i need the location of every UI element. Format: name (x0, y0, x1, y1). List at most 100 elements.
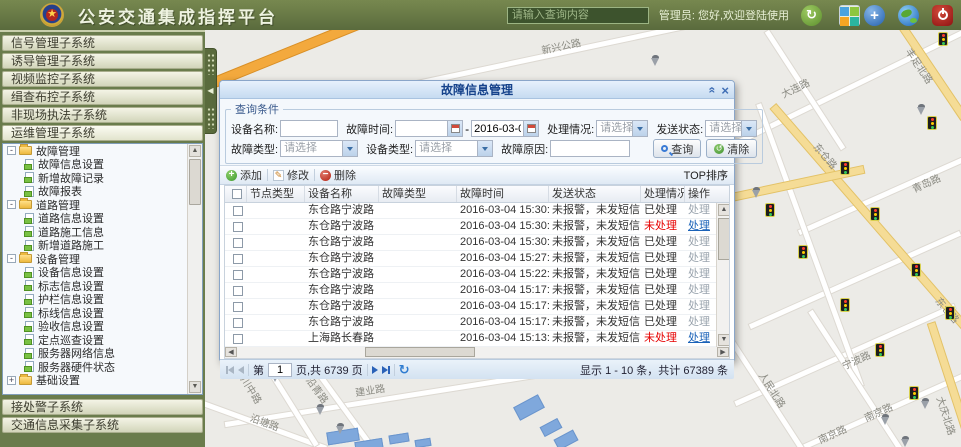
camera-icon[interactable] (751, 187, 762, 198)
table-row[interactable]: 东仓路宁波路2016-03-04 15:22:50未报警，未发短信已处理处理 (225, 267, 716, 283)
column-header[interactable]: 节点类型 (247, 186, 305, 202)
table-row[interactable]: 东仓路宁波路2016-03-04 15:17:01未报警，未发短信已处理处理 (225, 283, 716, 299)
column-header[interactable]: 故障时间 (457, 186, 549, 202)
sidebar-item-ops-maintenance[interactable]: 运维管理子系统 (2, 125, 203, 141)
scroll-down-icon[interactable]: ▼ (718, 334, 729, 346)
row-checkbox[interactable] (233, 334, 243, 344)
handle-status-select[interactable]: 请选择 (596, 120, 648, 137)
top-sort-link[interactable]: TOP排序 (684, 167, 728, 183)
fault-time-to-input[interactable] (472, 121, 523, 136)
row-checkbox[interactable] (233, 302, 243, 312)
fault-type-select[interactable]: 请选择 (280, 140, 358, 157)
add-button[interactable]: +添加 (226, 167, 262, 183)
camera-icon[interactable] (315, 404, 326, 415)
tree-collapse-icon[interactable]: - (7, 254, 16, 263)
device-name-input[interactable] (280, 120, 338, 137)
sidebar-item-video[interactable]: 视频监控子系统 (2, 71, 203, 87)
grid-vertical-scrollbar[interactable]: ▲ ▼ (716, 203, 729, 347)
eco-mode-icon[interactable]: ↻ (801, 5, 822, 26)
tree-item[interactable]: 服务器硬件状态 (3, 360, 202, 374)
edit-button[interactable]: ✎修改 (273, 167, 309, 183)
scroll-left-icon[interactable]: ◀ (225, 347, 237, 357)
traffic-light-icon[interactable] (798, 245, 808, 259)
row-checkbox[interactable] (233, 270, 243, 280)
calendar-icon[interactable] (447, 121, 462, 136)
prev-page-button[interactable] (238, 366, 244, 374)
clear-button[interactable]: ↺清除 (706, 139, 757, 158)
table-row[interactable]: 东仓路宁波路2016-03-04 15:17:01未报警，未发短信已处理处理 (225, 299, 716, 315)
row-checkbox[interactable] (233, 286, 243, 296)
dropdown-icon[interactable] (632, 121, 647, 136)
camera-icon[interactable] (880, 414, 891, 425)
fault-time-from-field[interactable] (395, 120, 463, 137)
next-page-button[interactable] (372, 366, 378, 374)
calendar-icon[interactable] (523, 121, 538, 136)
device-type-select[interactable]: 请选择 (415, 140, 493, 157)
refresh-icon[interactable]: ↻ (399, 363, 410, 376)
handle-link[interactable]: 处理 (688, 332, 710, 344)
scroll-right-icon[interactable]: ▶ (717, 347, 729, 357)
traffic-light-icon[interactable] (927, 116, 937, 130)
sidebar-item-guidance[interactable]: 诱导管理子系统 (2, 53, 203, 69)
table-row[interactable]: 东仓路宁波路2016-03-04 15:30:00未报警，未发短信已处理处理 (225, 203, 716, 219)
traffic-light-icon[interactable] (870, 207, 880, 221)
table-row[interactable]: 上海路长春路2016-03-04 15:13:45未报警，未发短信未处理处理 (225, 331, 716, 347)
first-page-button[interactable] (226, 366, 234, 374)
column-header[interactable]: 处理情况 (641, 186, 685, 202)
row-checkbox[interactable] (233, 206, 243, 216)
camera-icon[interactable] (900, 436, 911, 447)
grid-horizontal-scrollbar[interactable]: ◀ ▶ (224, 347, 730, 359)
column-header[interactable]: 故障类型 (379, 186, 457, 202)
fault-time-from-input[interactable] (396, 121, 447, 136)
sidebar-item-signal[interactable]: 信号管理子系统 (2, 35, 203, 51)
traffic-light-icon[interactable] (875, 343, 885, 357)
last-page-button[interactable] (382, 366, 390, 374)
row-checkbox[interactable] (233, 318, 243, 328)
traffic-light-icon[interactable] (911, 263, 921, 277)
camera-icon[interactable] (650, 55, 661, 66)
column-header[interactable]: 设备名称 (305, 186, 379, 202)
select-all-checkbox[interactable] (225, 186, 247, 202)
scroll-thumb[interactable] (189, 159, 201, 205)
panel-collapse-handle[interactable]: ◀ (205, 48, 217, 134)
header-search-input[interactable] (507, 7, 649, 24)
sidebar-item-investigation[interactable]: 缉查布控子系统 (2, 89, 203, 105)
scroll-up-icon[interactable]: ▲ (718, 204, 729, 216)
camera-icon[interactable] (916, 104, 927, 115)
scroll-thumb[interactable] (365, 347, 475, 357)
camera-icon[interactable] (335, 423, 346, 434)
table-row[interactable]: 东仓路宁波路2016-03-04 15:27:00未报警，未发短信已处理处理 (225, 251, 716, 267)
tree-collapse-icon[interactable]: - (7, 200, 16, 209)
traffic-light-icon[interactable] (945, 306, 955, 320)
globe-icon[interactable] (898, 5, 919, 26)
scroll-down-icon[interactable]: ▼ (189, 381, 201, 393)
sidebar-item-alarm-dispatch[interactable]: 接处警子系统 (2, 399, 203, 415)
traffic-light-icon[interactable] (840, 161, 850, 175)
delete-button[interactable]: −删除 (320, 167, 356, 183)
apps-grid-icon[interactable] (839, 5, 860, 26)
row-checkbox[interactable] (233, 222, 243, 232)
traffic-light-icon[interactable] (765, 203, 775, 217)
fault-reason-input[interactable] (550, 140, 630, 157)
traffic-light-icon[interactable] (840, 298, 850, 312)
send-status-select[interactable]: 请选择 (705, 120, 757, 137)
tree-scrollbar[interactable]: ▲ ▼ (187, 144, 202, 394)
tree-item[interactable]: 新增故障记录 (3, 171, 202, 185)
row-checkbox[interactable] (233, 254, 243, 264)
traffic-light-icon[interactable] (938, 32, 948, 46)
scroll-thumb[interactable] (718, 218, 729, 260)
column-header[interactable]: 操作 (685, 186, 716, 202)
tree-item[interactable]: 新增道路施工 (3, 239, 202, 253)
page-number-input[interactable] (268, 363, 292, 377)
camera-icon[interactable] (920, 398, 931, 409)
dropdown-icon[interactable] (477, 141, 492, 156)
collapse-dialog-icon[interactable]: « (706, 87, 718, 94)
dropdown-icon[interactable] (342, 141, 357, 156)
dialog-title-bar[interactable]: 故障信息管理 « × (220, 81, 734, 99)
traffic-light-icon[interactable] (909, 386, 919, 400)
tree-item-folder[interactable]: +基础设置 (3, 374, 202, 388)
sidebar-item-offsite-enforcement[interactable]: 非现场执法子系统 (2, 107, 203, 123)
table-row[interactable]: 东仓路宁波路2016-03-04 15:30:00未报警，未发短信已处理处理 (225, 235, 716, 251)
close-dialog-icon[interactable]: × (721, 84, 729, 97)
scroll-up-icon[interactable]: ▲ (189, 145, 201, 157)
